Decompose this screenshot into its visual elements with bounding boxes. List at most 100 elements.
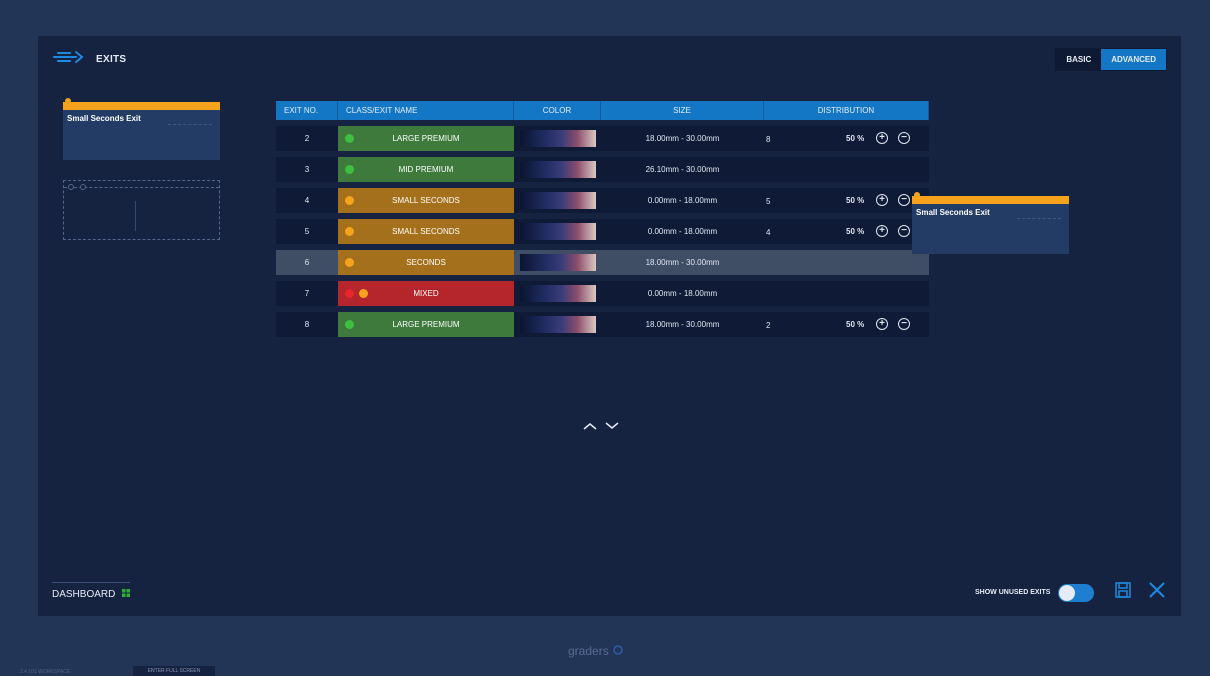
distribution-cell xyxy=(764,250,929,275)
exit-count: 2 xyxy=(766,321,771,330)
class-name-cell[interactable]: LARGE PREMIUM xyxy=(338,312,514,337)
chevron-down-icon[interactable] xyxy=(605,418,619,436)
card-dot-icon xyxy=(914,192,920,198)
exit-number: 5 xyxy=(276,219,338,244)
exit-number: 6 xyxy=(276,250,338,275)
reorder-arrows xyxy=(583,418,619,436)
exit-number: 4 xyxy=(276,188,338,213)
exit-row[interactable]: 2 LARGE PREMIUM 18.00mm - 30.00mm 8 50 %… xyxy=(276,126,929,151)
dashboard-link[interactable]: DASHBOARD xyxy=(52,582,131,601)
exit-row[interactable]: 6 SECONDS 18.00mm - 30.00mm xyxy=(276,250,929,275)
brand-mark-icon xyxy=(612,642,623,660)
color-gradient xyxy=(519,316,596,333)
class-name-cell[interactable]: MID PREMIUM xyxy=(338,157,514,182)
color-gradient xyxy=(519,161,596,178)
class-name-cell[interactable]: LARGE PREMIUM xyxy=(338,126,514,151)
color-gradient xyxy=(519,192,596,209)
save-icon[interactable] xyxy=(1114,581,1132,604)
distribution-cell: 2 50 % + − xyxy=(764,312,929,337)
size-range: 26.10mm - 30.00mm xyxy=(601,157,764,182)
grid-icon xyxy=(121,588,131,601)
plus-icon[interactable]: + xyxy=(876,132,888,144)
close-icon[interactable] xyxy=(1148,581,1166,604)
plus-icon[interactable]: + xyxy=(876,318,888,330)
distribution-percent: 50 % xyxy=(846,196,865,205)
size-range: 18.00mm - 30.00mm xyxy=(601,126,764,151)
class-name: MID PREMIUM xyxy=(398,165,454,174)
color-gradient xyxy=(519,285,596,302)
color-cell xyxy=(514,281,601,306)
color-cell xyxy=(514,312,601,337)
class-dot-icon xyxy=(345,320,354,329)
color-gradient xyxy=(519,254,596,271)
mode-switch: BASIC ADVANCED xyxy=(1055,48,1167,71)
distribution-cell: 5 50 % + − xyxy=(764,188,929,213)
class-name: SECONDS xyxy=(406,258,446,267)
page-title: EXITS xyxy=(96,54,127,65)
color-cell xyxy=(514,219,601,244)
color-gradient xyxy=(519,130,596,147)
header-distribution: DISTRIBUTION xyxy=(764,101,929,120)
header-color: COLOR xyxy=(514,101,601,120)
exit-card[interactable]: Small Seconds Exit xyxy=(63,98,220,160)
size-range: 18.00mm - 30.00mm xyxy=(601,250,764,275)
class-name-cell[interactable]: MIXED xyxy=(338,281,514,306)
color-gradient xyxy=(519,223,596,240)
size-range: 0.00mm - 18.00mm xyxy=(601,188,764,213)
dragged-exit-card[interactable]: Small Seconds Exit xyxy=(912,192,1069,254)
page-header: EXITS xyxy=(52,50,126,69)
chevron-up-icon[interactable] xyxy=(583,418,597,436)
advanced-mode-button[interactable]: ADVANCED xyxy=(1101,49,1166,70)
brand-name: graders xyxy=(568,644,609,658)
color-cell xyxy=(514,157,601,182)
exit-row[interactable]: 8 LARGE PREMIUM 18.00mm - 30.00mm 2 50 %… xyxy=(276,312,929,337)
enter-full-screen-button[interactable]: ENTER FULL SCREEN xyxy=(133,666,215,676)
size-range: 18.00mm - 30.00mm xyxy=(601,312,764,337)
class-name-cell[interactable]: SMALL SECONDS xyxy=(338,219,514,244)
exits-arrow-icon xyxy=(52,50,86,69)
minus-icon[interactable]: − xyxy=(898,318,910,330)
show-unused-exits: SHOW UNUSED EXITS xyxy=(975,581,1166,604)
class-dot-icon xyxy=(345,134,354,143)
dashboard-label: DASHBOARD xyxy=(52,589,116,600)
header-class-name: CLASS/EXIT NAME xyxy=(338,101,514,120)
distribution-percent: 50 % xyxy=(846,227,865,236)
exit-row[interactable]: 3 MID PREMIUM 26.10mm - 30.00mm xyxy=(276,157,929,182)
color-cell xyxy=(514,126,601,151)
minus-icon[interactable]: − xyxy=(898,132,910,144)
minus-icon[interactable]: − xyxy=(898,225,910,237)
class-name: SMALL SECONDS xyxy=(392,227,460,236)
exit-row[interactable]: 4 SMALL SECONDS 0.00mm - 18.00mm 5 50 % +… xyxy=(276,188,929,213)
exit-row[interactable]: 7 MIXED 0.00mm - 18.00mm xyxy=(276,281,929,306)
plus-icon[interactable]: + xyxy=(876,194,888,206)
class-name-cell[interactable]: SMALL SECONDS xyxy=(338,188,514,213)
exit-count: 8 xyxy=(766,135,771,144)
size-range: 0.00mm - 18.00mm xyxy=(601,281,764,306)
class-dot-icon xyxy=(345,165,354,174)
class-name-cell[interactable]: SECONDS xyxy=(338,250,514,275)
class-dot-icon xyxy=(345,227,354,236)
version-text: 2.4.101 WORKSPACE xyxy=(20,669,71,675)
minus-icon[interactable]: − xyxy=(898,194,910,206)
class-name: SMALL SECONDS xyxy=(392,196,460,205)
exit-number: 3 xyxy=(276,157,338,182)
class-name: LARGE PREMIUM xyxy=(392,320,460,329)
basic-mode-button[interactable]: BASIC xyxy=(1056,49,1101,70)
exit-row[interactable]: 5 SMALL SECONDS 0.00mm - 18.00mm 4 50 % +… xyxy=(276,219,929,244)
exit-number: 2 xyxy=(276,126,338,151)
class-name: LARGE PREMIUM xyxy=(392,134,460,143)
exit-count: 4 xyxy=(766,228,771,237)
color-cell xyxy=(514,188,601,213)
show-unused-toggle[interactable] xyxy=(1058,583,1095,602)
plus-icon[interactable]: + xyxy=(876,225,888,237)
class-dot-icon xyxy=(359,289,368,298)
distribution-percent: 50 % xyxy=(846,320,865,329)
size-range: 0.00mm - 18.00mm xyxy=(601,219,764,244)
distribution-cell: 8 50 % + − xyxy=(764,126,929,151)
class-dot-icon xyxy=(345,258,354,267)
color-cell xyxy=(514,250,601,275)
empty-exit-slot[interactable] xyxy=(63,180,220,240)
exit-number: 7 xyxy=(276,281,338,306)
card-dot-icon xyxy=(65,98,71,104)
distribution-cell: 4 50 % + − xyxy=(764,219,929,244)
